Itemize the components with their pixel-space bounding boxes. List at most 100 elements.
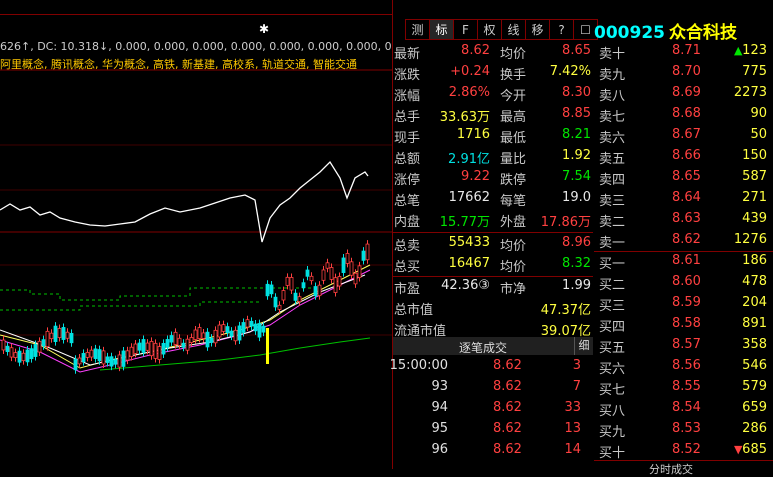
order-price: 8.62 bbox=[672, 232, 701, 247]
tab-6[interactable]: ? bbox=[549, 19, 574, 40]
stock-header: 000925 众合科技 bbox=[594, 18, 737, 43]
quote-row: 总额 2.91亿 量比 1.92 bbox=[393, 146, 593, 167]
candle-body bbox=[317, 284, 322, 297]
candle-body bbox=[89, 349, 94, 358]
candle-body bbox=[37, 340, 42, 353]
tick-price: 8.62 bbox=[493, 400, 522, 415]
order-price: 8.54 bbox=[672, 400, 701, 415]
order-volume: 546 bbox=[742, 358, 767, 373]
order-price: 8.70 bbox=[672, 64, 701, 79]
quote-label: 涨幅 bbox=[394, 89, 421, 104]
tab-0[interactable]: 测 bbox=[405, 19, 430, 40]
quote-row: 总笔 17662 每笔 19.0 bbox=[393, 188, 593, 209]
candle-body bbox=[85, 352, 90, 358]
order-level-label: 卖二 bbox=[599, 215, 626, 230]
tick-time: 96 bbox=[431, 442, 448, 457]
tab-4[interactable]: 线 bbox=[501, 19, 526, 40]
quote-label: 涨停 bbox=[394, 173, 421, 188]
quote-label: 均价 bbox=[500, 47, 527, 62]
candle-body bbox=[77, 357, 82, 365]
quote-label: 最高 bbox=[500, 110, 527, 125]
candle-body bbox=[81, 353, 86, 363]
order-level-label: 买二 bbox=[599, 278, 626, 293]
candle-body bbox=[229, 330, 234, 337]
quote-row: 市盈 42.36③ 市净 1.99 bbox=[393, 276, 593, 297]
order-book-row: 买十 8.52 685 ▼ bbox=[594, 440, 773, 461]
order-volume: 123 bbox=[742, 43, 767, 58]
order-price: 8.64 bbox=[672, 190, 701, 205]
candle-body bbox=[145, 342, 150, 351]
order-price: 8.71 bbox=[672, 43, 701, 58]
order-level-label: 买六 bbox=[599, 362, 626, 377]
order-price: 8.68 bbox=[672, 106, 701, 121]
candle-body bbox=[329, 267, 334, 280]
order-level-label: 卖一 bbox=[599, 236, 626, 251]
candle-body bbox=[169, 335, 174, 343]
order-level-label: 卖六 bbox=[599, 131, 626, 146]
order-volume: 2273 bbox=[733, 85, 767, 100]
candle-body bbox=[133, 343, 138, 354]
candle-body bbox=[269, 284, 274, 295]
order-price: 8.59 bbox=[672, 295, 701, 310]
quote-row: 涨跌 +0.24 换手 7.42% bbox=[393, 62, 593, 83]
candle-body bbox=[181, 342, 186, 348]
tick-row: 96 8.62 14 bbox=[393, 440, 593, 461]
tick-list-tab-label: 分时成交 bbox=[649, 463, 693, 476]
tab-2[interactable]: F bbox=[453, 19, 478, 40]
candle-body bbox=[205, 331, 210, 348]
candle-body bbox=[137, 342, 142, 351]
tab-1[interactable]: 标 bbox=[429, 19, 454, 40]
order-book-row: 买八 8.54 659 bbox=[594, 398, 773, 419]
market-value: 47.37亿 bbox=[540, 303, 591, 318]
candle-body bbox=[277, 304, 282, 310]
candle-body bbox=[357, 265, 362, 278]
order-price: 8.57 bbox=[672, 337, 701, 352]
candlestick-chart bbox=[0, 69, 392, 374]
candle-body bbox=[365, 243, 370, 261]
candle-body bbox=[13, 352, 18, 358]
order-book-row: 卖一 8.62 1276 bbox=[594, 230, 773, 251]
quote-value: 2.86% bbox=[448, 85, 490, 100]
tab-3[interactable]: 权 bbox=[477, 19, 502, 40]
candle-body bbox=[309, 275, 314, 282]
quote-label: 外盘 bbox=[500, 215, 527, 230]
order-level-label: 卖七 bbox=[599, 110, 626, 125]
candle-body bbox=[97, 349, 102, 362]
order-book-row: 买七 8.55 579 bbox=[594, 377, 773, 398]
candle-body bbox=[289, 277, 294, 291]
tab-5[interactable]: 移 bbox=[525, 19, 550, 40]
ma-line bbox=[0, 269, 371, 373]
order-price: 8.61 bbox=[672, 253, 701, 268]
candle-body bbox=[293, 292, 298, 301]
quote-label: 内盘 bbox=[394, 215, 421, 230]
order-book-row: 卖十 8.71 123 ▲ bbox=[594, 41, 773, 62]
candle-body bbox=[1, 339, 6, 351]
candle-body bbox=[197, 327, 202, 339]
order-volume: 439 bbox=[742, 211, 767, 226]
quote-label: 市净 bbox=[500, 282, 527, 297]
order-level-label: 卖九 bbox=[599, 68, 626, 83]
market-value-row: 流通市值 39.07亿 bbox=[393, 318, 593, 339]
market-value-label: 总市值 bbox=[394, 303, 434, 318]
candle-body bbox=[233, 329, 238, 342]
kline-chart-area[interactable]: ✱ 626↑, DC: 10.318↓, 0.000, 0.000, 0.000… bbox=[0, 0, 392, 469]
candle-body bbox=[297, 296, 302, 303]
quote-value: 8.65 bbox=[562, 43, 591, 58]
tick-list-tab[interactable]: 分时成交 bbox=[594, 460, 773, 476]
tick-volume: 3 bbox=[572, 358, 581, 373]
candle-body bbox=[141, 339, 146, 353]
candle-body bbox=[49, 332, 54, 340]
tool-tabs: 测标 F 权线移? ☐ bbox=[405, 19, 598, 40]
tick-price: 8.62 bbox=[493, 421, 522, 436]
candle-body bbox=[121, 350, 126, 367]
candle-body bbox=[173, 331, 178, 345]
order-volume: 286 bbox=[742, 421, 767, 436]
quote-row: 内盘 15.77万 外盘 17.86万 bbox=[393, 209, 593, 230]
order-volume: 587 bbox=[742, 169, 767, 184]
candle-body bbox=[273, 296, 278, 308]
tick-detail-button[interactable]: 细 bbox=[574, 337, 593, 355]
candle-body bbox=[313, 286, 318, 297]
tick-row: 15:00:00 8.62 3 bbox=[390, 356, 593, 377]
order-volume: 50 bbox=[750, 127, 767, 142]
candle-body bbox=[325, 262, 330, 269]
